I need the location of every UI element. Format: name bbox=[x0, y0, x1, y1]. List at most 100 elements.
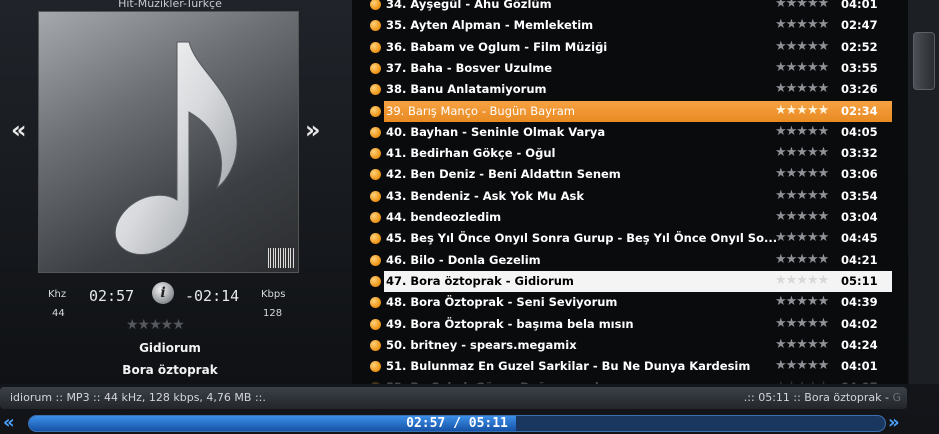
khz-value: 44 bbox=[52, 308, 65, 319]
barcode-icon bbox=[268, 248, 294, 268]
kbps-label: Kbps bbox=[261, 289, 286, 300]
playlist-row[interactable]: 47. Bora öztoprak - Gidiorum ★★★★★ 05:11 bbox=[370, 270, 892, 292]
track-title: 44. bendeozledim bbox=[386, 210, 502, 224]
track-bullet-icon bbox=[370, 233, 381, 245]
track-bullet-icon bbox=[370, 148, 381, 160]
track-bullet-icon bbox=[370, 20, 381, 32]
player-window: Hit-Müzikler-Türkçe « » Khz 44 02:57 i -… bbox=[0, 0, 939, 434]
scrollbar-thumb[interactable] bbox=[913, 32, 935, 90]
info-icon[interactable]: i bbox=[152, 282, 174, 304]
track-duration: 03:55 bbox=[841, 60, 878, 75]
track-title: 46. Bilo - Donla Gezelim bbox=[386, 252, 541, 267]
track-bullet-icon bbox=[370, 126, 381, 138]
track-rating-stars[interactable]: ★★★★★ bbox=[775, 252, 829, 267]
next-cover-button[interactable]: » bbox=[305, 116, 321, 144]
track-rating-stars[interactable]: ★★★★★ bbox=[775, 379, 829, 384]
track-duration: 04:24 bbox=[841, 337, 878, 352]
track-rating-stars[interactable]: ★★★★★ bbox=[775, 188, 829, 203]
track-title: 35. Ayten Alpman - Memleketim bbox=[386, 18, 594, 33]
track-rating-stars[interactable]: ★★★★★ bbox=[775, 316, 829, 331]
playlist-row[interactable]: 38. Banu Anlatamiyorum ★★★★★ 03:26 bbox=[352, 79, 908, 100]
playlist-row[interactable]: 44. bendeozledim ★★★★★ 03:04 bbox=[352, 207, 908, 228]
kbps-value: 128 bbox=[263, 308, 283, 319]
track-bullet-icon bbox=[370, 361, 381, 373]
track-title: 50. britney - spears.megamix bbox=[386, 337, 577, 352]
track-title: 40. Bayhan - Seninle Olmak Varya bbox=[386, 124, 606, 139]
playlist-row[interactable]: 42. Ben Deniz - Beni Aldattın Senem ★★★★★… bbox=[352, 164, 908, 185]
track-bullet-icon bbox=[370, 105, 381, 117]
status-bar: idiorum :: MP3 :: 44 kHz, 128 kbps, 4,76… bbox=[0, 387, 907, 409]
track-duration: 04:45 bbox=[841, 231, 878, 246]
khz-label: Khz bbox=[48, 289, 67, 300]
elapsed-time[interactable]: 02:57 bbox=[89, 287, 134, 305]
playlist-row[interactable]: 39. Barış Manço - Bugün Bayram ★★★★★ 02:34 bbox=[370, 100, 892, 122]
track-title: 47. Bora öztoprak - Gidiorum bbox=[386, 273, 574, 288]
track-title: 42. Ben Deniz - Beni Aldattın Senem bbox=[386, 167, 621, 182]
seek-back-button[interactable]: « bbox=[3, 412, 15, 433]
track-rating-stars[interactable]: ★★★★★ bbox=[775, 294, 829, 309]
track-title: 38. Banu Anlatamiyorum bbox=[386, 82, 547, 97]
status-right-fade: G bbox=[892, 391, 901, 404]
remaining-time[interactable]: -02:14 bbox=[185, 287, 239, 305]
track-rating-stars[interactable]: ★★★★★ bbox=[775, 39, 829, 54]
playlist-scrollbar[interactable] bbox=[909, 0, 939, 384]
seek-forward-button[interactable]: » bbox=[888, 412, 900, 433]
track-rating-stars[interactable]: ★★★★★ bbox=[775, 0, 829, 11]
playlist: 34. Ayşegül - Ahu Gözlüm ★★★★★ 04:01 35. Ay… bbox=[352, 0, 908, 384]
track-bullet-icon bbox=[370, 169, 381, 181]
track-rating-stars[interactable]: ★★★★★ bbox=[775, 166, 829, 181]
track-duration: 04:05 bbox=[841, 124, 878, 139]
track-rating-stars[interactable]: ★★★★★ bbox=[775, 337, 829, 352]
song-title: Gidiorum bbox=[139, 341, 201, 355]
track-duration: 04:01 bbox=[841, 359, 878, 374]
playlist-row[interactable]: 51. Bulunmaz En Guzel Sarkilar - Bu Ne D… bbox=[352, 356, 908, 377]
track-duration: 05:11 bbox=[841, 273, 878, 288]
track-rating-stars[interactable]: ★★★★★ bbox=[775, 209, 829, 224]
album-cover[interactable] bbox=[38, 11, 299, 273]
status-track-info: idiorum :: MP3 :: 44 kHz, 128 kbps, 4,76… bbox=[10, 391, 266, 404]
track-title: 34. Ayşegül - Ahu Gözlüm bbox=[386, 0, 552, 11]
track-title: 51. Bulunmaz En Guzel Sarkilar - Bu Ne D… bbox=[386, 359, 751, 374]
track-bullet-icon bbox=[370, 212, 381, 223]
playlist-row[interactable]: 34. Ayşegül - Ahu Gözlüm ★★★★★ 04:01 bbox=[352, 0, 908, 15]
seek-bar[interactable]: 02:57 / 05:11 bbox=[28, 415, 886, 432]
track-duration: 04:39 bbox=[841, 295, 878, 310]
status-scroll-text: .:: 05:11 :: Bora öztoprak - G bbox=[744, 391, 901, 404]
track-rating-stars[interactable]: ★★★★★ bbox=[775, 145, 829, 160]
track-title: 37. Baha - Bosver Uzulme bbox=[386, 60, 553, 75]
track-duration: 04:01 bbox=[841, 0, 878, 11]
track-rating-stars[interactable]: ★★★★★ bbox=[775, 124, 829, 139]
track-rating-stars[interactable]: ★★★★★ bbox=[775, 273, 829, 288]
playlist-row[interactable]: 49. Bora Öztoprak - başıma bela mısın ★★★… bbox=[352, 314, 908, 335]
music-note-icon bbox=[114, 41, 238, 255]
playlist-row[interactable]: 43. Bendeniz - Ask Yok Mu Ask ★★★★★ 03:54 bbox=[352, 186, 908, 207]
track-rating-stars[interactable]: ★★★★★ bbox=[775, 103, 829, 118]
track-duration: 04:07 bbox=[841, 380, 878, 384]
playlist-row[interactable]: 50. britney - spears.megamix ★★★★★ 04:24 bbox=[352, 335, 908, 356]
track-rating-stars[interactable]: ★★★★★ bbox=[775, 17, 829, 32]
playlist-row[interactable]: 46. Bilo - Donla Gezelim ★★★★★ 04:21 bbox=[352, 250, 908, 271]
track-rating-stars[interactable]: ★★★★★ bbox=[775, 358, 829, 373]
previous-cover-button[interactable]: « bbox=[11, 116, 27, 144]
track-bullet-icon bbox=[370, 62, 381, 74]
track-duration: 03:04 bbox=[841, 210, 878, 224]
track-bullet-icon bbox=[370, 0, 381, 10]
seek-time-text: 02:57 / 05:11 bbox=[406, 416, 508, 431]
track-rating-stars[interactable]: ★★★★★ bbox=[775, 60, 829, 75]
album-title: Hit-Müzikler-Türkçe bbox=[118, 0, 222, 10]
track-rating-stars[interactable]: ★★★★★ bbox=[775, 230, 829, 245]
playlist-row[interactable]: 41. Bedirhan Gökçe - Oğul ★★★★★ 03:32 bbox=[352, 143, 908, 164]
playlist-row[interactable]: 40. Bayhan - Seninle Olmak Varya ★★★★★ 04:… bbox=[352, 122, 908, 143]
track-duration: 04:21 bbox=[841, 252, 878, 267]
track-bullet-icon bbox=[370, 41, 381, 53]
track-rating-stars[interactable]: ★★★★★ bbox=[775, 81, 829, 96]
playlist-row[interactable]: 45. Beş Yıl Önce Onyıl Sonra Gurup - Beş… bbox=[352, 228, 908, 249]
rating-stars[interactable]: ★★★★★ bbox=[126, 317, 185, 333]
playlist-row[interactable]: 48. Bora Öztoprak - Seni Seviyorum ★★★★★ 0… bbox=[352, 292, 908, 313]
playlist-row[interactable]: 52. Bu Sabah Güneş Doğmayacak★★★★★ 04:07 bbox=[352, 377, 908, 384]
track-title: 39. Barış Manço - Bugün Bayram bbox=[386, 103, 575, 118]
playlist-row[interactable]: 37. Baha - Bosver Uzulme ★★★★★ 03:55 bbox=[352, 58, 908, 79]
playlist-row[interactable]: 35. Ayten Alpman - Memleketim ★★★★★ 02:47 bbox=[352, 15, 908, 36]
track-bullet-icon bbox=[370, 318, 381, 330]
playlist-row[interactable]: 36. Babam ve Oglum - Film Müziği ★★★★★ 02:… bbox=[352, 37, 908, 58]
